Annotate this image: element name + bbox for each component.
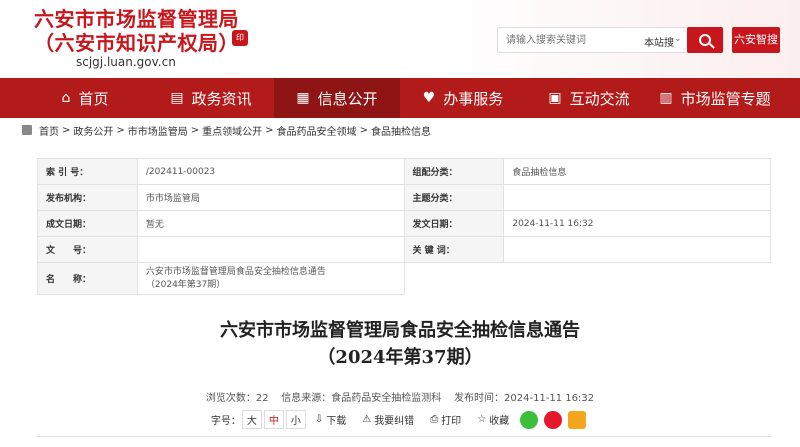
nav-item-home[interactable]: ⌂ 首页	[22, 78, 148, 118]
favorite-button[interactable]: ☆ 收藏	[477, 412, 509, 427]
site-title-line1: 六安市市场监督管理局	[34, 7, 239, 31]
search-box: 本站搜 ⌄	[497, 27, 724, 53]
nav-item-interaction[interactable]: ▣ 互动交流	[526, 78, 652, 118]
table-row: 发布机构： 市市场监管局 主题分类：	[37, 184, 771, 211]
news-icon: ▤	[170, 90, 184, 106]
breadcrumb-link[interactable]: 政务公开	[73, 123, 113, 138]
report-error-button[interactable]: ⚠ 我要纠错	[362, 412, 414, 427]
nav-label: 信息公开	[317, 89, 378, 108]
breadcrumb-link[interactable]: 食品药品安全领域	[277, 123, 357, 138]
download-button[interactable]: ⇩ 下载	[315, 412, 346, 427]
wechat-share-icon[interactable]	[520, 410, 539, 429]
nav-label: 政务资讯	[191, 89, 252, 108]
site-domain: scjgj.luan.gov.cn	[76, 55, 176, 69]
meta-key: 关 键 词：	[403, 236, 505, 263]
breadcrumb-link[interactable]: 食品抽检信息	[371, 123, 431, 138]
seal-icon: 印	[232, 30, 248, 46]
main-nav: ⌂ 首页 ▤ 政务资讯 ▦ 信息公开 ♥ 办事服务 ▣ 互动交流 ▥ 市场监管专题	[0, 78, 800, 118]
meta-key: 发布机构：	[37, 184, 138, 211]
meta-value	[136, 236, 405, 263]
site-logo-title[interactable]: 六安市市场监督管理局 （六安市知识产权局）	[34, 7, 239, 55]
breadcrumb-link[interactable]: 首页	[39, 123, 59, 138]
search-icon	[699, 34, 711, 46]
nav-item-topic[interactable]: ▥ 市场监管专题	[652, 78, 778, 118]
breadcrumb-link[interactable]: 市市场监管局	[128, 123, 188, 138]
topic-icon: ▥	[659, 90, 673, 106]
breadcrumb-link[interactable]: 重点领域公开	[202, 123, 262, 138]
meta-value-name: 六安市市场监督管理局食品安全抽检信息通告 （2024年第37期）	[136, 262, 405, 295]
table-row: 文 号： 关 键 词：	[37, 236, 771, 263]
print-label: 打印	[441, 416, 462, 427]
meta-value: /202411-00023	[136, 158, 405, 185]
meta-value: 食品抽检信息	[503, 158, 771, 185]
download-icon: ⇩	[314, 414, 324, 425]
breadcrumb: 首页 > 政务公开 > 市市场监管局 > 重点领域公开 > 食品药品安全领域 > 食品抽检…	[20, 118, 800, 142]
meta-key: 组配分类：	[403, 158, 505, 185]
view-count: 浏览次数：22	[205, 393, 269, 404]
meta-value: 暂无	[136, 210, 405, 237]
meta-key: 文 号：	[37, 236, 138, 263]
meta-key: 成文日期：	[37, 210, 138, 237]
search-button[interactable]	[687, 27, 723, 53]
article-meta: 浏览次数：22 信息来源：食品药品安全抽检监测科 发布时间：2024-11-11…	[0, 389, 800, 404]
report-error-label: 我要纠错	[374, 416, 415, 427]
font-size-large-button[interactable]: 大	[241, 410, 262, 429]
table-row: 成文日期： 暂无 发文日期： 2024-11-11 16:32	[37, 210, 771, 237]
star-icon: ☆	[477, 414, 487, 425]
article-title-line2: （2024年第37期）	[317, 347, 483, 368]
chat-icon: ▣	[548, 90, 562, 106]
font-size-label: 字号：	[210, 416, 241, 427]
meta-key: 名 称：	[37, 262, 138, 295]
publish-time: 发布时间：2024-11-11 16:32	[454, 393, 595, 404]
print-icon: ⎙	[430, 414, 439, 425]
table-row: 名 称： 六安市市场监督管理局食品安全抽检信息通告 （2024年第37期）	[37, 262, 771, 295]
site-title-line2: （六安市知识产权局）	[34, 31, 239, 55]
info-source: 信息来源：食品药品安全抽检监测科	[281, 393, 442, 404]
nav-label: 办事服务	[443, 89, 504, 108]
meta-value	[503, 184, 771, 211]
info-meta-table: 索 引 号： /202411-00023 组配分类： 食品抽检信息 发布机构： …	[37, 158, 771, 295]
article-title-line1: 六安市市场监督管理局食品安全抽检信息通告	[220, 320, 580, 341]
search-scope-select[interactable]: 本站搜	[644, 34, 674, 49]
chevron-down-icon[interactable]: ⌄	[674, 34, 682, 44]
print-button[interactable]: ⎙ 打印	[430, 412, 461, 427]
meta-value: 2024-11-11 16:32	[503, 210, 771, 237]
meta-key: 索 引 号：	[37, 158, 138, 185]
weibo-share-icon[interactable]	[544, 410, 563, 429]
site-header: 六安市市场监督管理局 （六安市知识产权局） 印 scjgj.luan.gov.c…	[0, 0, 800, 78]
meta-name-line2: （2024年第37期）	[145, 279, 226, 290]
favorite-label: 收藏	[489, 416, 510, 427]
search-input[interactable]	[506, 32, 636, 48]
nav-item-services[interactable]: ♥ 办事服务	[400, 78, 526, 118]
empty-cell	[404, 263, 504, 295]
table-row: 索 引 号： /202411-00023 组配分类： 食品抽检信息	[37, 158, 771, 185]
nav-label: 互动交流	[569, 89, 630, 108]
meta-value: 市市场监管局	[136, 184, 405, 211]
meta-value	[503, 236, 771, 263]
error-icon: ⚠	[362, 414, 372, 425]
font-size-small-button[interactable]: 小	[285, 410, 306, 429]
meta-key: 发文日期：	[403, 210, 505, 237]
nav-label: 市场监管专题	[680, 89, 771, 108]
info-meta-panel: 索 引 号： /202411-00023 组配分类： 食品抽检信息 发布机构： …	[37, 158, 771, 295]
nav-item-open-info[interactable]: ▦ 信息公开	[274, 78, 400, 118]
article-tools: 字号： 大 中 小 ⇩ 下载 ⚠ 我要纠错 ⎙ 打印 ☆ 收藏	[0, 410, 800, 429]
home-icon	[22, 125, 32, 135]
nav-item-news[interactable]: ▤ 政务资讯	[148, 78, 274, 118]
meta-key: 主题分类：	[403, 184, 505, 211]
meta-name-line1: 六安市市场监督管理局食品安全抽检信息通告	[145, 266, 326, 277]
divider	[37, 436, 771, 437]
heart-icon: ♥	[422, 90, 436, 106]
home-icon: ⌂	[61, 90, 71, 106]
font-size-medium-button[interactable]: 中	[263, 410, 284, 429]
smart-search-button[interactable]: 六安智搜	[732, 27, 780, 53]
open-info-icon: ▦	[296, 90, 310, 106]
qzone-share-icon[interactable]	[568, 410, 587, 429]
download-label: 下载	[326, 416, 347, 427]
nav-label: 首页	[78, 89, 109, 108]
empty-cell	[504, 263, 771, 295]
